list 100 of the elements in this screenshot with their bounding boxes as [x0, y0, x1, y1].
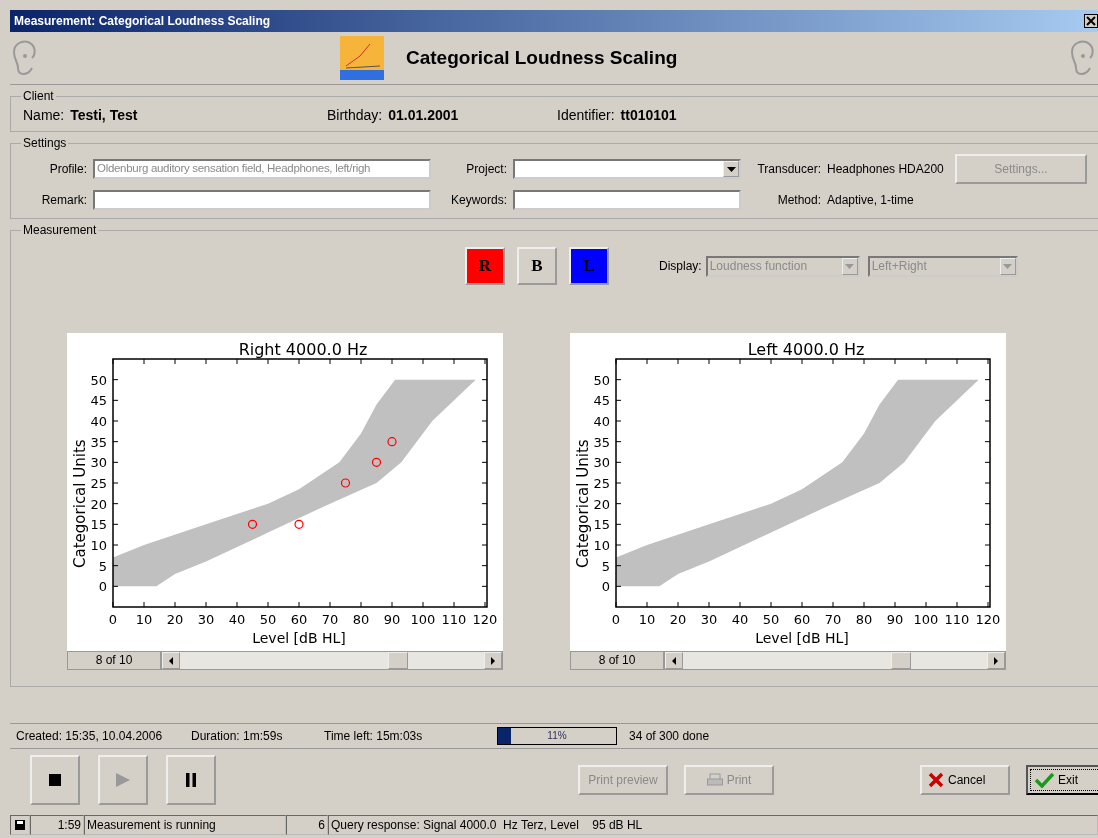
axis-tick-label: 25 [593, 476, 610, 491]
field-value: Headphones HDA200 [827, 162, 944, 176]
field-label: Profile: [48, 162, 88, 176]
keywords-field[interactable] [513, 190, 741, 210]
field-label: Remark: [40, 193, 88, 207]
axis-title: Level [dB HL] [755, 630, 849, 646]
axis-tick-label: 70 [824, 612, 842, 627]
right-arrow-icon [994, 656, 998, 665]
printer-icon [706, 773, 723, 787]
project-dropdown[interactable] [513, 159, 741, 179]
ear-toggle-button[interactable]: R [465, 247, 505, 285]
stop-button[interactable] [30, 755, 80, 805]
cancel-button[interactable]: Cancel [920, 765, 1010, 795]
field-label: Transducer: [756, 162, 821, 176]
axis-tick-label: 20 [166, 612, 184, 627]
axis-tick-label: 30 [90, 455, 107, 471]
axis-tick-label: 90 [886, 612, 904, 627]
ear-toggle-button[interactable]: L [569, 247, 609, 285]
data-point [247, 519, 258, 529]
axis-tick-label: 50 [259, 612, 277, 627]
scrollbar-thumb[interactable] [388, 652, 408, 669]
done-count: 34 of 300 done [629, 729, 710, 743]
axis-tick-label: 10 [638, 612, 656, 627]
axis-tick-label: 70 [321, 612, 339, 627]
axis-tick-label: 100 [410, 612, 436, 627]
logo-drawing [340, 36, 384, 80]
x-icon [928, 772, 944, 788]
status-cell: Measurement is running [84, 815, 286, 835]
axis-tick-label: 25 [90, 476, 107, 491]
field-value: tt010101 [620, 107, 677, 123]
window-title: Measurement: Categorical Loudness Scaling [14, 14, 271, 28]
axis-tick-label: 15 [593, 517, 610, 533]
axis-tick-label: 10 [135, 612, 153, 627]
left-arrow-icon [169, 656, 173, 665]
field-value: 01.01.2001 [388, 107, 459, 123]
axis-tick-label: 0 [601, 579, 610, 595]
axis-tick-label: 0 [98, 579, 107, 595]
created-text: Created: 15:35, 10.04.2006 [16, 729, 164, 743]
axis-tick-label: 80 [352, 612, 370, 627]
axis-tick-label: 0 [108, 612, 118, 627]
axis-tick-label: 60 [793, 612, 811, 627]
status-cell: 1:59 [30, 815, 84, 835]
pause-button[interactable] [166, 755, 216, 805]
data-point [371, 457, 382, 467]
axis-tick-label: 50 [90, 372, 107, 388]
axis-tick-label: 100 [913, 612, 939, 627]
data-point [294, 519, 304, 529]
pause-icon [186, 773, 196, 787]
axis-tick-label: 80 [855, 612, 873, 627]
time-left-text: Time left: 15m:03s [324, 729, 424, 743]
axis-tick-label: 10 [593, 538, 610, 553]
axis-tick-label: 90 [383, 612, 401, 627]
axis-title: Level [dB HL] [252, 630, 346, 646]
dropdown-arrow-icon [845, 263, 855, 269]
progress-label: 11% [546, 729, 568, 743]
axis-tick-label: 30 [700, 612, 718, 627]
close-button[interactable] [1084, 14, 1098, 28]
field-value: Adaptive, 1-time [827, 193, 914, 207]
field-label: Name: [23, 107, 65, 123]
group-title: Client [22, 89, 55, 103]
field-label: Keywords: [449, 193, 508, 207]
axis-tick-label: 45 [90, 393, 107, 409]
left-arrow-icon [672, 656, 676, 665]
axis-tick-label: 20 [593, 496, 610, 512]
scrollbar-thumb[interactable] [891, 652, 911, 669]
group-title: Settings [22, 136, 68, 150]
axis-tick-label: 40 [593, 414, 610, 429]
axis-tick-label: 40 [228, 612, 246, 627]
axis-tick-label: 30 [197, 612, 215, 627]
chart-title: Left 4000.0 Hz [747, 340, 865, 359]
axis-tick-label: 30 [593, 455, 610, 471]
exit-button[interactable]: Exit [1026, 765, 1098, 795]
axis-title: Categorical Units [71, 439, 89, 568]
checkmark-icon [1034, 772, 1054, 788]
close-icon [1086, 16, 1096, 26]
stop-icon [49, 774, 61, 786]
axis-tick-label: 50 [762, 612, 780, 627]
scrollbar[interactable] [664, 651, 1006, 670]
field-label: Project: [465, 162, 508, 176]
duration-text: Duration: 1m:59s [191, 729, 284, 743]
scrollbar[interactable] [161, 651, 503, 670]
field-label: Display: [659, 259, 702, 273]
axis-title: Categorical Units [574, 439, 592, 568]
axis-tick-label: 35 [593, 434, 610, 450]
axis-tick-label: 50 [593, 372, 610, 388]
axis-tick-label: 120 [975, 612, 1001, 627]
axis-tick-label: 110 [441, 612, 467, 627]
remark-field[interactable] [93, 190, 431, 210]
page-indicator: 8 of 10 [570, 651, 664, 670]
axis-tick-label: 15 [90, 517, 107, 533]
field-label: Birthday: [327, 107, 383, 123]
data-point [340, 478, 351, 488]
axis-tick-label: 20 [90, 496, 107, 512]
axis-tick-label: 20 [669, 612, 687, 627]
field-value: Testi, Test [70, 107, 138, 123]
data-point [387, 437, 397, 447]
axis-tick-label: 40 [731, 612, 749, 627]
app-title: Categorical Loudness Scaling [406, 47, 678, 69]
ear-toggle-button[interactable]: B [517, 247, 557, 285]
axis-tick-label: 110 [944, 612, 970, 627]
